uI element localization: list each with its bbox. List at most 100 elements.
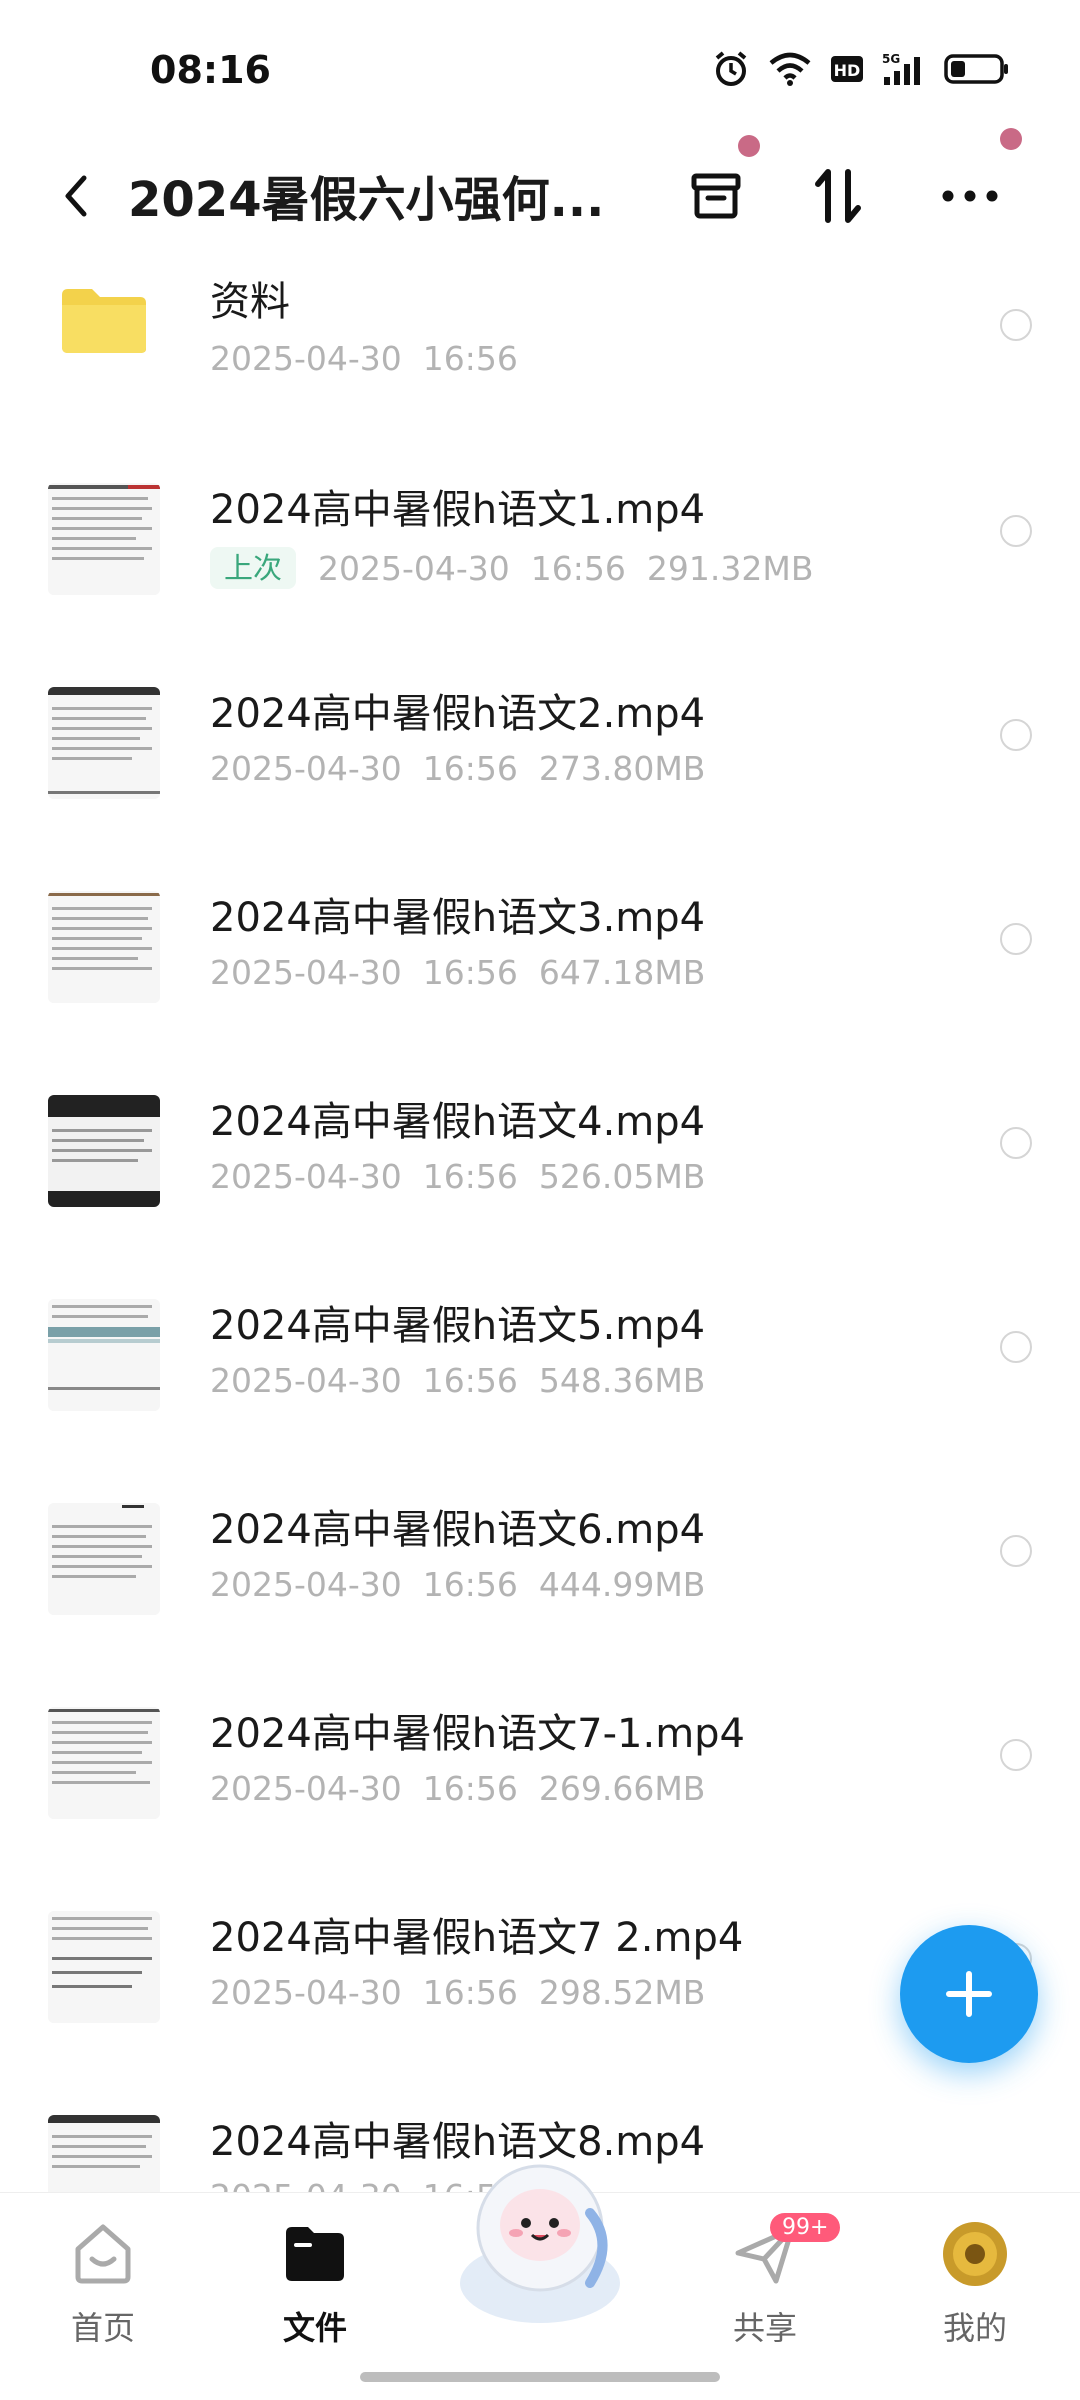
select-checkbox[interactable] xyxy=(1000,1331,1032,1363)
last-viewed-badge: 上次 xyxy=(210,547,297,589)
archive-icon xyxy=(691,173,741,219)
sort-icon xyxy=(815,169,861,223)
file-meta: 2025-04-30 16:56 269.66MB xyxy=(210,1769,705,1808)
add-button[interactable] xyxy=(900,1925,1038,2063)
file-date: 2025-04-30 xyxy=(210,1769,402,1808)
file-date: 2025-04-30 xyxy=(210,953,402,992)
list-item[interactable]: 2024高中暑假h语文7-1.mp4 2025-04-30 16:56 269.… xyxy=(0,1683,1080,1887)
file-meta: 上次 2025-04-30 16:56 291.32MB xyxy=(210,545,813,589)
file-time: 16:56 xyxy=(422,1565,518,1604)
file-size: 273.80MB xyxy=(538,749,706,788)
list-item[interactable]: 2024高中暑假h语文6.mp4 2025-04-30 16:56 444.99… xyxy=(0,1479,1080,1683)
file-size: 298.52MB xyxy=(538,1973,706,2012)
select-checkbox[interactable] xyxy=(1000,515,1032,547)
signal-5g-icon: 5G xyxy=(882,52,920,85)
file-date: 2025-04-30 xyxy=(318,549,510,588)
list-item[interactable]: 2024高中暑假h语文5.mp4 2025-04-30 16:56 548.36… xyxy=(0,1275,1080,1479)
hd-icon: HD xyxy=(831,56,863,82)
folder-title: 2024暑假六小强何... xyxy=(128,172,605,228)
nav-mine[interactable]: 我的 xyxy=(910,2215,1040,2347)
nav-files[interactable]: 文件 xyxy=(250,2215,380,2347)
status-icons: HD 5G xyxy=(712,50,1010,88)
file-date: 2025-04-30 xyxy=(210,749,402,788)
back-button[interactable] xyxy=(48,166,108,226)
file-time: 16:56 xyxy=(422,1769,518,1808)
mascot-icon xyxy=(460,2164,620,2323)
archive-button[interactable] xyxy=(676,156,756,236)
wifi-icon xyxy=(769,52,811,86)
file-meta: 2025-04-30 16:56 444.99MB xyxy=(210,1565,705,1604)
list-item[interactable]: 2024高中暑假h语文2.mp4 2025-04-30 16:56 273.80… xyxy=(0,663,1080,867)
file-time: 16:56 xyxy=(422,749,518,788)
video-thumbnail xyxy=(48,687,160,799)
file-time: 16:56 xyxy=(530,549,626,588)
nav-home[interactable]: 首页 xyxy=(38,2215,168,2347)
avatar xyxy=(943,2222,1007,2286)
file-time: 16:56 xyxy=(422,953,518,992)
mascot-button[interactable] xyxy=(440,2133,640,2333)
file-meta: 2025-04-30 16:56 xyxy=(210,339,518,378)
video-thumbnail xyxy=(48,891,160,1003)
home-icon xyxy=(75,2224,131,2284)
video-thumbnail xyxy=(48,1707,160,1819)
more-button[interactable] xyxy=(930,156,1010,236)
nav-files-label: 文件 xyxy=(282,2309,347,2347)
file-name: 2024高中暑假h语文5.mp4 xyxy=(210,1303,706,1349)
folder-icon xyxy=(286,2227,344,2281)
file-name: 2024高中暑假h语文1.mp4 xyxy=(210,487,706,533)
svg-text:HD: HD xyxy=(834,61,861,80)
folder-icon xyxy=(60,285,148,355)
file-date: 2025-04-30 xyxy=(210,1361,402,1400)
file-name: 2024高中暑假h语文4.mp4 xyxy=(210,1099,706,1145)
select-checkbox[interactable] xyxy=(1000,1535,1032,1567)
file-meta: 2025-04-30 16:56 548.36MB xyxy=(210,1361,705,1400)
list-item[interactable]: 资料 2025-04-30 16:56 xyxy=(0,255,1080,459)
list-item[interactable]: 2024高中暑假h语文1.mp4 上次 2025-04-30 16:56 291.… xyxy=(0,459,1080,663)
select-checkbox[interactable] xyxy=(1000,719,1032,751)
video-thumbnail xyxy=(48,1095,160,1207)
select-checkbox[interactable] xyxy=(1000,1739,1032,1771)
list-item[interactable]: 2024高中暑假h语文4.mp4 2025-04-30 16:56 526.05… xyxy=(0,1071,1080,1275)
bottom-nav: 首页 文件 99+ 共享 我的 xyxy=(0,2164,1080,2353)
file-date: 2025-04-30 xyxy=(210,339,402,378)
file-size: 647.18MB xyxy=(538,953,706,992)
file-name: 2024高中暑假h语文2.mp4 xyxy=(210,691,706,737)
file-time: 16:56 xyxy=(422,339,518,378)
status-time: 08:16 xyxy=(150,48,271,92)
file-time: 16:56 xyxy=(422,1973,518,2012)
plus-icon xyxy=(946,1971,992,2017)
file-meta: 2025-04-30 16:56 647.18MB xyxy=(210,953,705,992)
file-date: 2025-04-30 xyxy=(210,1565,402,1604)
nav-mine-label: 我的 xyxy=(942,2309,1007,2347)
file-size: 444.99MB xyxy=(538,1565,706,1604)
file-date: 2025-04-30 xyxy=(210,1973,402,2012)
file-time: 16:56 xyxy=(422,1157,518,1196)
video-thumbnail xyxy=(48,1911,160,2023)
alarm-icon xyxy=(715,51,747,86)
file-time: 16:56 xyxy=(422,1361,518,1400)
battery-icon xyxy=(944,54,1008,84)
nav-share-label: 共享 xyxy=(732,2309,797,2347)
file-name: 2024高中暑假h语文3.mp4 xyxy=(210,895,706,941)
more-icon xyxy=(942,190,998,202)
sort-button[interactable] xyxy=(798,156,878,236)
file-size: 269.66MB xyxy=(538,1769,706,1808)
status-bar: 08:16 HD 5G xyxy=(0,0,1080,140)
nav-home-label: 首页 xyxy=(70,2309,135,2347)
file-name: 2024高中暑假h语文7 2.mp4 xyxy=(210,1915,744,1961)
file-date: 2025-04-30 xyxy=(210,1157,402,1196)
notification-dot xyxy=(738,135,760,157)
file-name: 2024高中暑假h语文7-1.mp4 xyxy=(210,1711,745,1757)
nav-share[interactable]: 99+ 共享 xyxy=(700,2213,841,2347)
video-thumbnail xyxy=(48,483,160,595)
select-checkbox[interactable] xyxy=(1000,309,1032,341)
list-item[interactable]: 2024高中暑假h语文3.mp4 2025-04-30 16:56 647.18… xyxy=(0,867,1080,1071)
select-checkbox[interactable] xyxy=(1000,923,1032,955)
video-thumbnail xyxy=(48,1503,160,1615)
file-meta: 2025-04-30 16:56 298.52MB xyxy=(210,1973,705,2012)
top-bar: 2024暑假六小强何... xyxy=(0,128,1080,250)
home-indicator[interactable] xyxy=(360,2372,720,2382)
svg-text:5G: 5G xyxy=(882,52,900,66)
file-name: 2024高中暑假h语文6.mp4 xyxy=(210,1507,706,1553)
select-checkbox[interactable] xyxy=(1000,1127,1032,1159)
